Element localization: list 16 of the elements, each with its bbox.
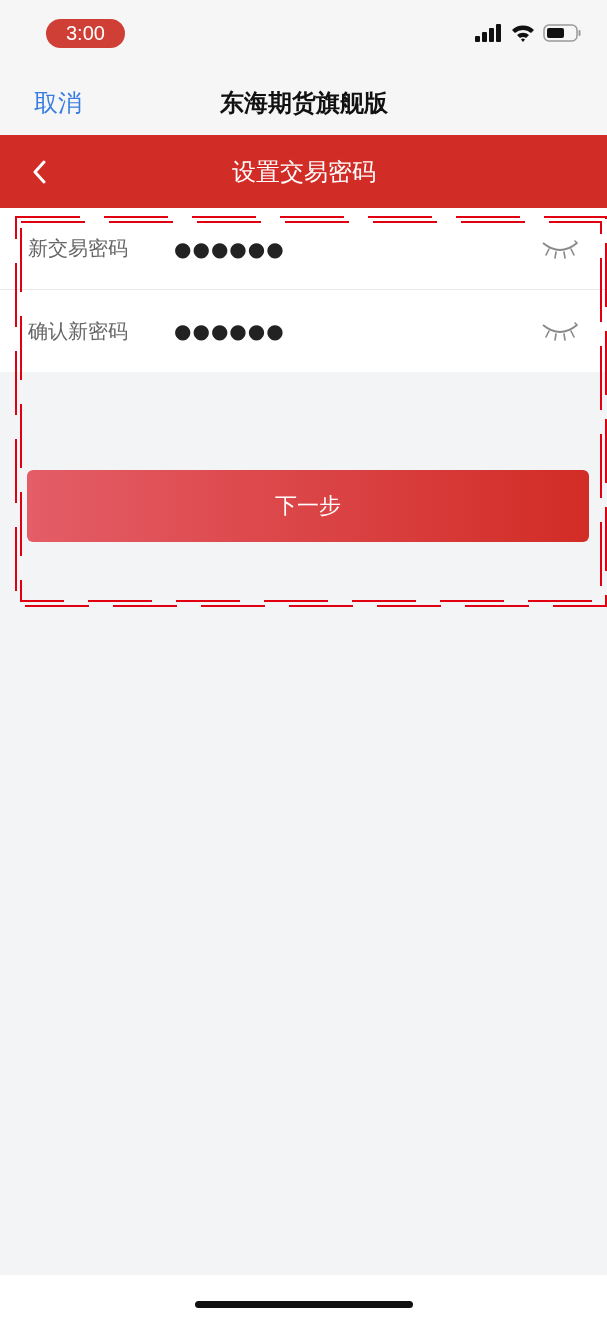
field-label: 新交易密码 bbox=[28, 235, 129, 262]
page-title: 设置交易密码 bbox=[231, 156, 376, 188]
wifi-icon bbox=[511, 24, 535, 42]
password-field[interactable]: ●●●●●● bbox=[174, 236, 541, 261]
cancel-button[interactable]: 取消 bbox=[34, 86, 82, 119]
password-field[interactable]: ●●●●●● bbox=[174, 319, 541, 343]
back-icon[interactable] bbox=[32, 160, 46, 184]
battery-icon bbox=[543, 24, 581, 42]
status-time: 3:00 bbox=[46, 18, 125, 48]
next-button[interactable]: 下一步 bbox=[27, 470, 589, 542]
field-label: 确认新密码 bbox=[28, 317, 129, 345]
app-title: 东海期货旗舰版 bbox=[219, 87, 388, 119]
closed-eye-icon[interactable] bbox=[541, 321, 579, 341]
home-indicator[interactable] bbox=[194, 1300, 413, 1308]
closed-eye-icon[interactable] bbox=[541, 238, 579, 259]
signal-icon bbox=[475, 24, 503, 42]
